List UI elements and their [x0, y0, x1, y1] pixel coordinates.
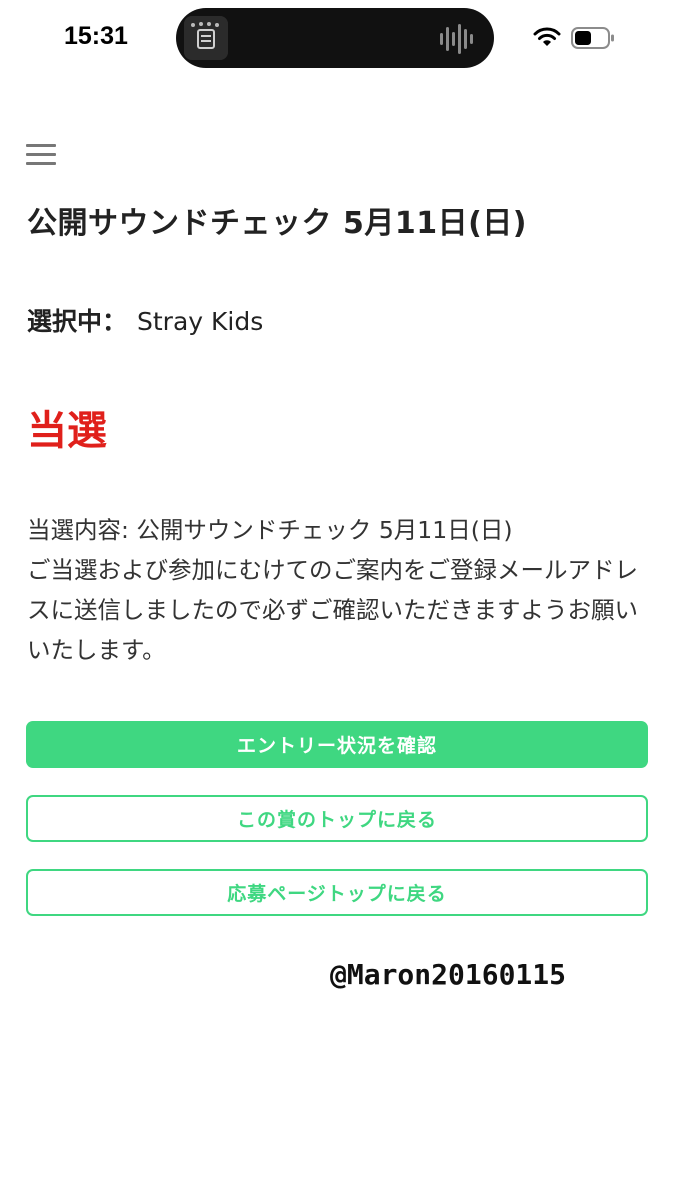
hamburger-icon[interactable] [26, 144, 56, 166]
status-indicators [533, 24, 615, 52]
page-title: 公開サウンドチェック 5月11日(日) [27, 206, 527, 241]
status-bar: 15:31 [0, 0, 675, 78]
notice-text: ご当選および参加にむけてのご案内をご登録メールアドレスに送信しましたので必ずご確… [27, 556, 638, 664]
app-screen: 15:31 公開サウンドチェック 5月11日(日) 選択中： Stray Kid… [0, 0, 675, 1200]
back-to-award-top-button[interactable]: この賞のトップに戻る [26, 795, 648, 842]
status-time: 15:31 [64, 22, 128, 50]
lottery-result-badge: 当選 [27, 408, 107, 454]
audio-waveform-icon [440, 24, 476, 54]
result-message: 当選内容: 公開サウンドチェック 5月11日(日) ご当選および参加にむけてのご… [27, 510, 652, 670]
wifi-icon [533, 26, 561, 48]
check-entry-status-button[interactable]: エントリー状況を確認 [26, 721, 648, 768]
watermark-handle: @Maron20160115 [330, 958, 567, 991]
back-to-apply-top-button[interactable]: 応募ページトップに戻る [26, 869, 648, 916]
selected-group: 選択中： Stray Kids [27, 302, 263, 338]
dynamic-island[interactable] [176, 8, 494, 68]
selected-label: 選択中： [27, 307, 128, 336]
battery-icon [571, 27, 615, 49]
now-playing-artwork-icon [184, 16, 228, 60]
prize-detail-line: 当選内容: 公開サウンドチェック 5月11日(日) [27, 516, 513, 544]
selected-value: Stray Kids [137, 307, 264, 336]
